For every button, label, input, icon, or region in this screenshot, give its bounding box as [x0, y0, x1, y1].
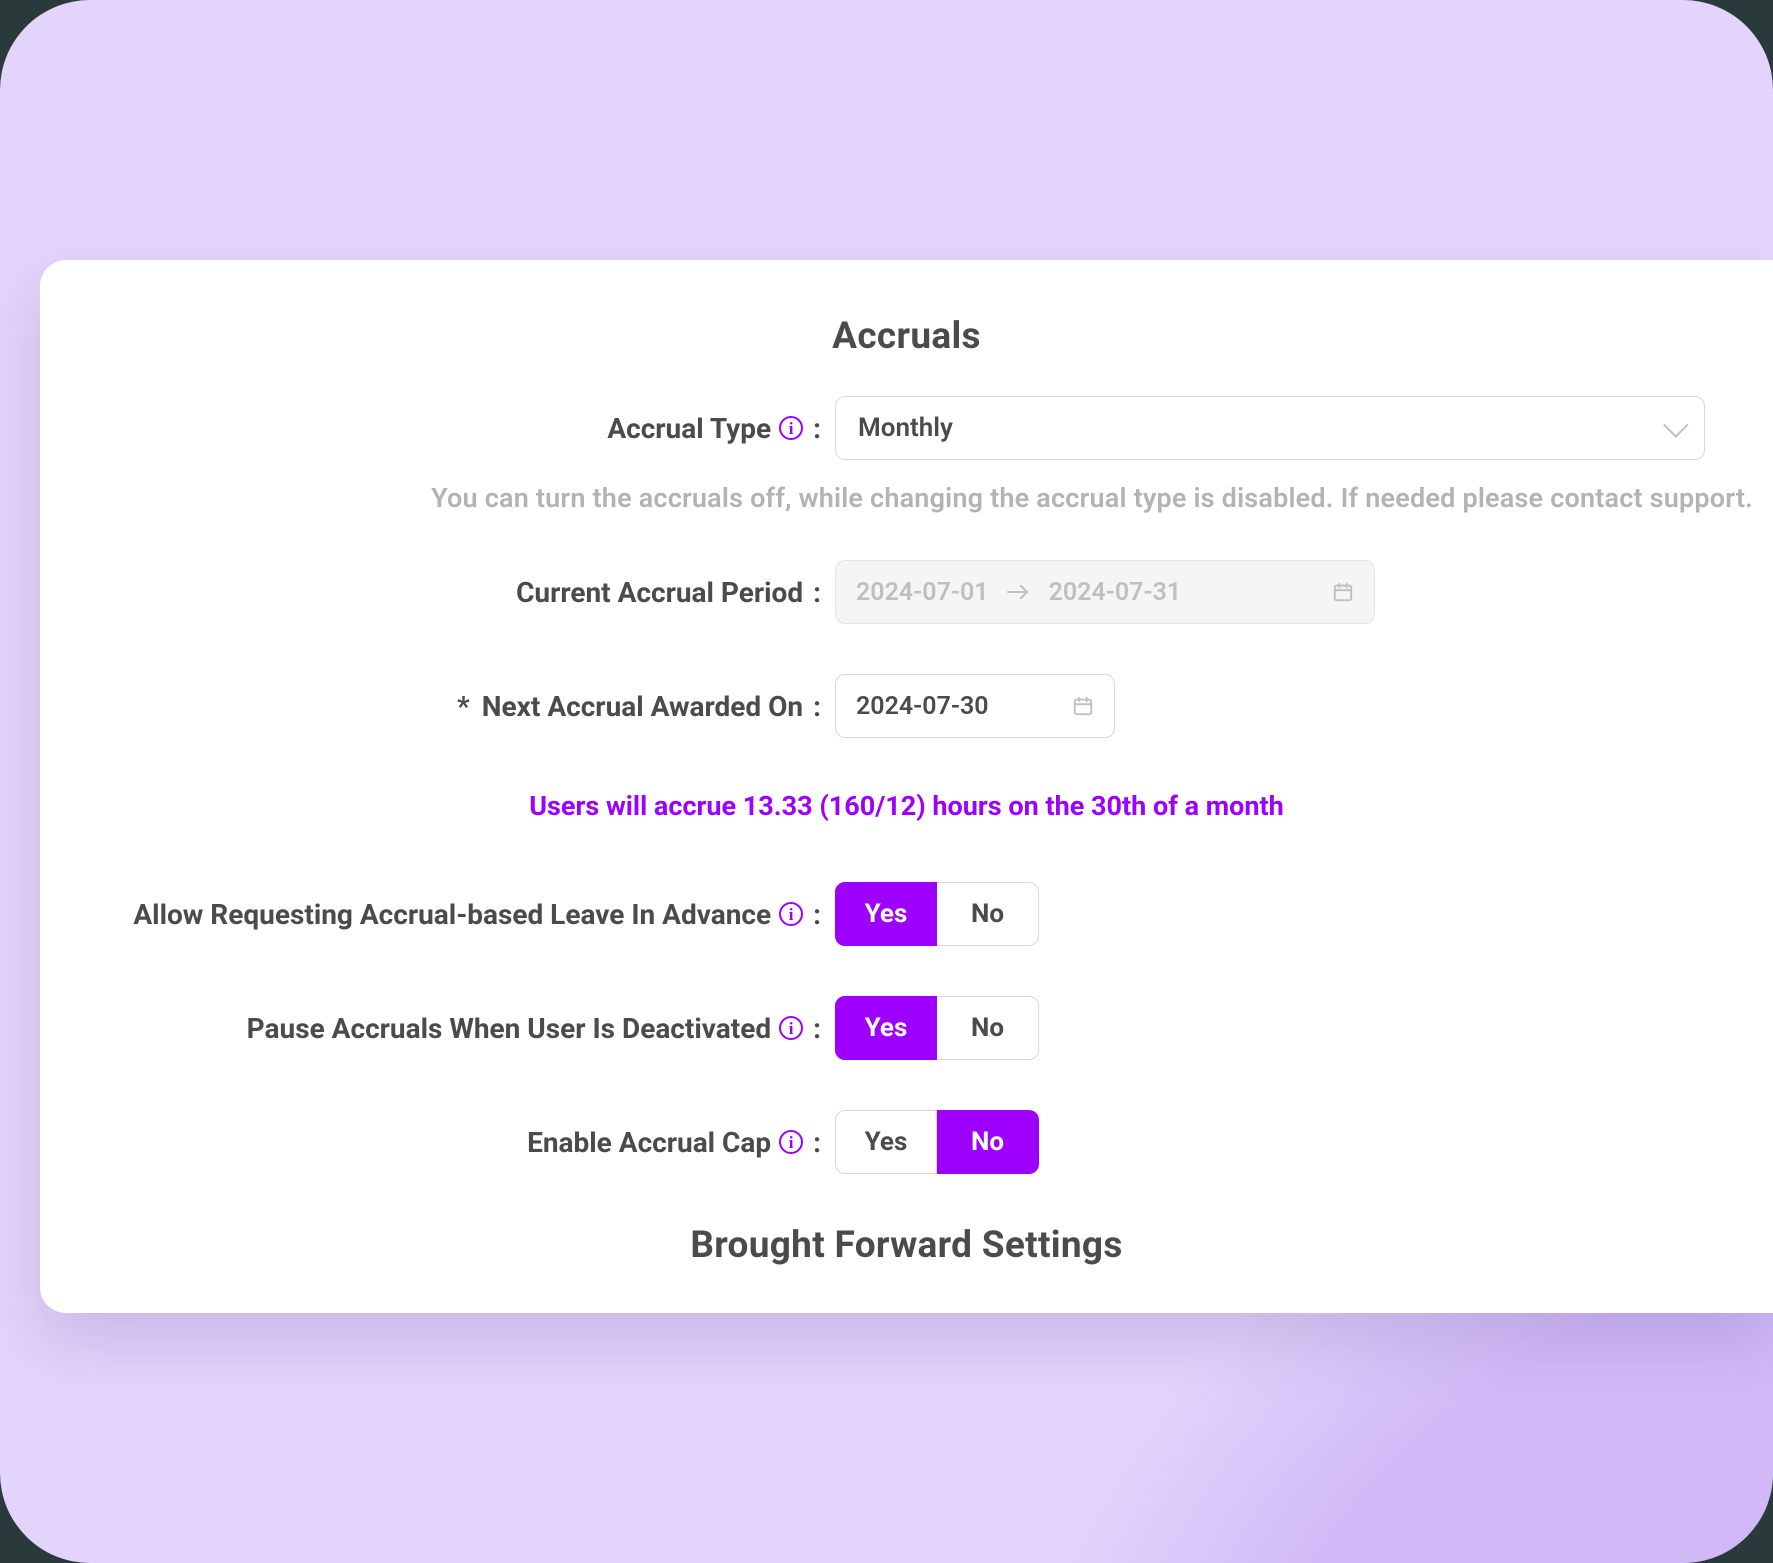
- settings-card: Accruals Accrual Type i : Monthly You ca…: [40, 260, 1773, 1313]
- accrue-note: Users will accrue 13.33 (160/12) hours o…: [50, 790, 1763, 822]
- app-frame: Accruals Accrual Type i : Monthly You ca…: [0, 0, 1773, 1563]
- pause-deactivated-no[interactable]: No: [937, 996, 1039, 1060]
- accrual-cap-toggle: Yes No: [835, 1110, 1039, 1174]
- current-period-control: 2024-07-01 2024-07-31: [835, 560, 1763, 624]
- current-period-start: 2024-07-01: [856, 578, 989, 607]
- next-awarded-value: 2024-07-30: [856, 692, 989, 721]
- colon: :: [813, 412, 821, 445]
- colon: :: [813, 898, 821, 931]
- accrual-cap-row: Enable Accrual Cap i : Yes No: [50, 1110, 1763, 1174]
- current-period-range: 2024-07-01 2024-07-31: [835, 560, 1375, 624]
- pause-deactivated-yes[interactable]: Yes: [835, 996, 937, 1060]
- allow-advance-label-col: Allow Requesting Accrual-based Leave In …: [50, 898, 835, 931]
- allow-advance-row: Allow Requesting Accrual-based Leave In …: [50, 882, 1763, 946]
- current-period-row: Current Accrual Period : 2024-07-01 2024…: [50, 560, 1763, 624]
- accrual-type-label-col: Accrual Type i :: [50, 412, 835, 445]
- calendar-icon: [1072, 695, 1094, 717]
- accrual-cap-label: Enable Accrual Cap: [527, 1126, 771, 1159]
- calendar-icon: [1332, 581, 1354, 603]
- allow-advance-label: Allow Requesting Accrual-based Leave In …: [133, 898, 771, 931]
- accrual-type-value: Monthly: [858, 413, 953, 443]
- colon: :: [813, 1012, 821, 1045]
- pause-deactivated-control: Yes No: [835, 996, 1763, 1060]
- accrual-cap-label-col: Enable Accrual Cap i :: [50, 1126, 835, 1159]
- info-icon[interactable]: i: [779, 902, 803, 926]
- current-period-label: Current Accrual Period: [516, 576, 803, 609]
- pause-deactivated-row: Pause Accruals When User Is Deactivated …: [50, 996, 1763, 1060]
- chevron-down-icon: [1663, 412, 1688, 437]
- info-icon[interactable]: i: [779, 416, 803, 440]
- info-icon[interactable]: i: [779, 1130, 803, 1154]
- colon: :: [813, 576, 821, 609]
- current-period-label-col: Current Accrual Period :: [50, 576, 835, 609]
- current-period-end: 2024-07-31: [1049, 578, 1182, 607]
- accrual-cap-no[interactable]: No: [937, 1110, 1039, 1174]
- pause-deactivated-label-col: Pause Accruals When User Is Deactivated …: [50, 1012, 835, 1045]
- accrual-type-label: Accrual Type: [607, 412, 771, 445]
- arrow-right-icon: [1007, 584, 1031, 600]
- next-awarded-row: * Next Accrual Awarded On : 2024-07-30: [50, 674, 1763, 738]
- accrual-type-row: Accrual Type i : Monthly: [50, 396, 1763, 460]
- next-awarded-date-input[interactable]: 2024-07-30: [835, 674, 1115, 738]
- accrual-type-select[interactable]: Monthly: [835, 396, 1705, 460]
- next-awarded-control: 2024-07-30: [835, 674, 1763, 738]
- colon: :: [813, 690, 821, 723]
- accrual-type-help: You can turn the accruals off, while cha…: [50, 482, 1763, 514]
- brought-forward-section-title: Brought Forward Settings: [50, 1224, 1763, 1267]
- next-awarded-label: Next Accrual Awarded On: [482, 690, 803, 723]
- accrual-type-control: Monthly: [835, 396, 1763, 460]
- pause-deactivated-label: Pause Accruals When User Is Deactivated: [247, 1012, 771, 1045]
- accruals-section-title: Accruals: [50, 315, 1763, 358]
- allow-advance-control: Yes No: [835, 882, 1763, 946]
- pause-deactivated-toggle: Yes No: [835, 996, 1039, 1060]
- colon: :: [813, 1126, 821, 1159]
- accrual-cap-yes[interactable]: Yes: [835, 1110, 937, 1174]
- next-awarded-label-col: * Next Accrual Awarded On :: [50, 690, 835, 723]
- accrual-cap-control: Yes No: [835, 1110, 1763, 1174]
- info-icon[interactable]: i: [779, 1016, 803, 1040]
- allow-advance-toggle: Yes No: [835, 882, 1039, 946]
- allow-advance-no[interactable]: No: [937, 882, 1039, 946]
- allow-advance-yes[interactable]: Yes: [835, 882, 937, 946]
- required-asterisk: *: [457, 690, 470, 723]
